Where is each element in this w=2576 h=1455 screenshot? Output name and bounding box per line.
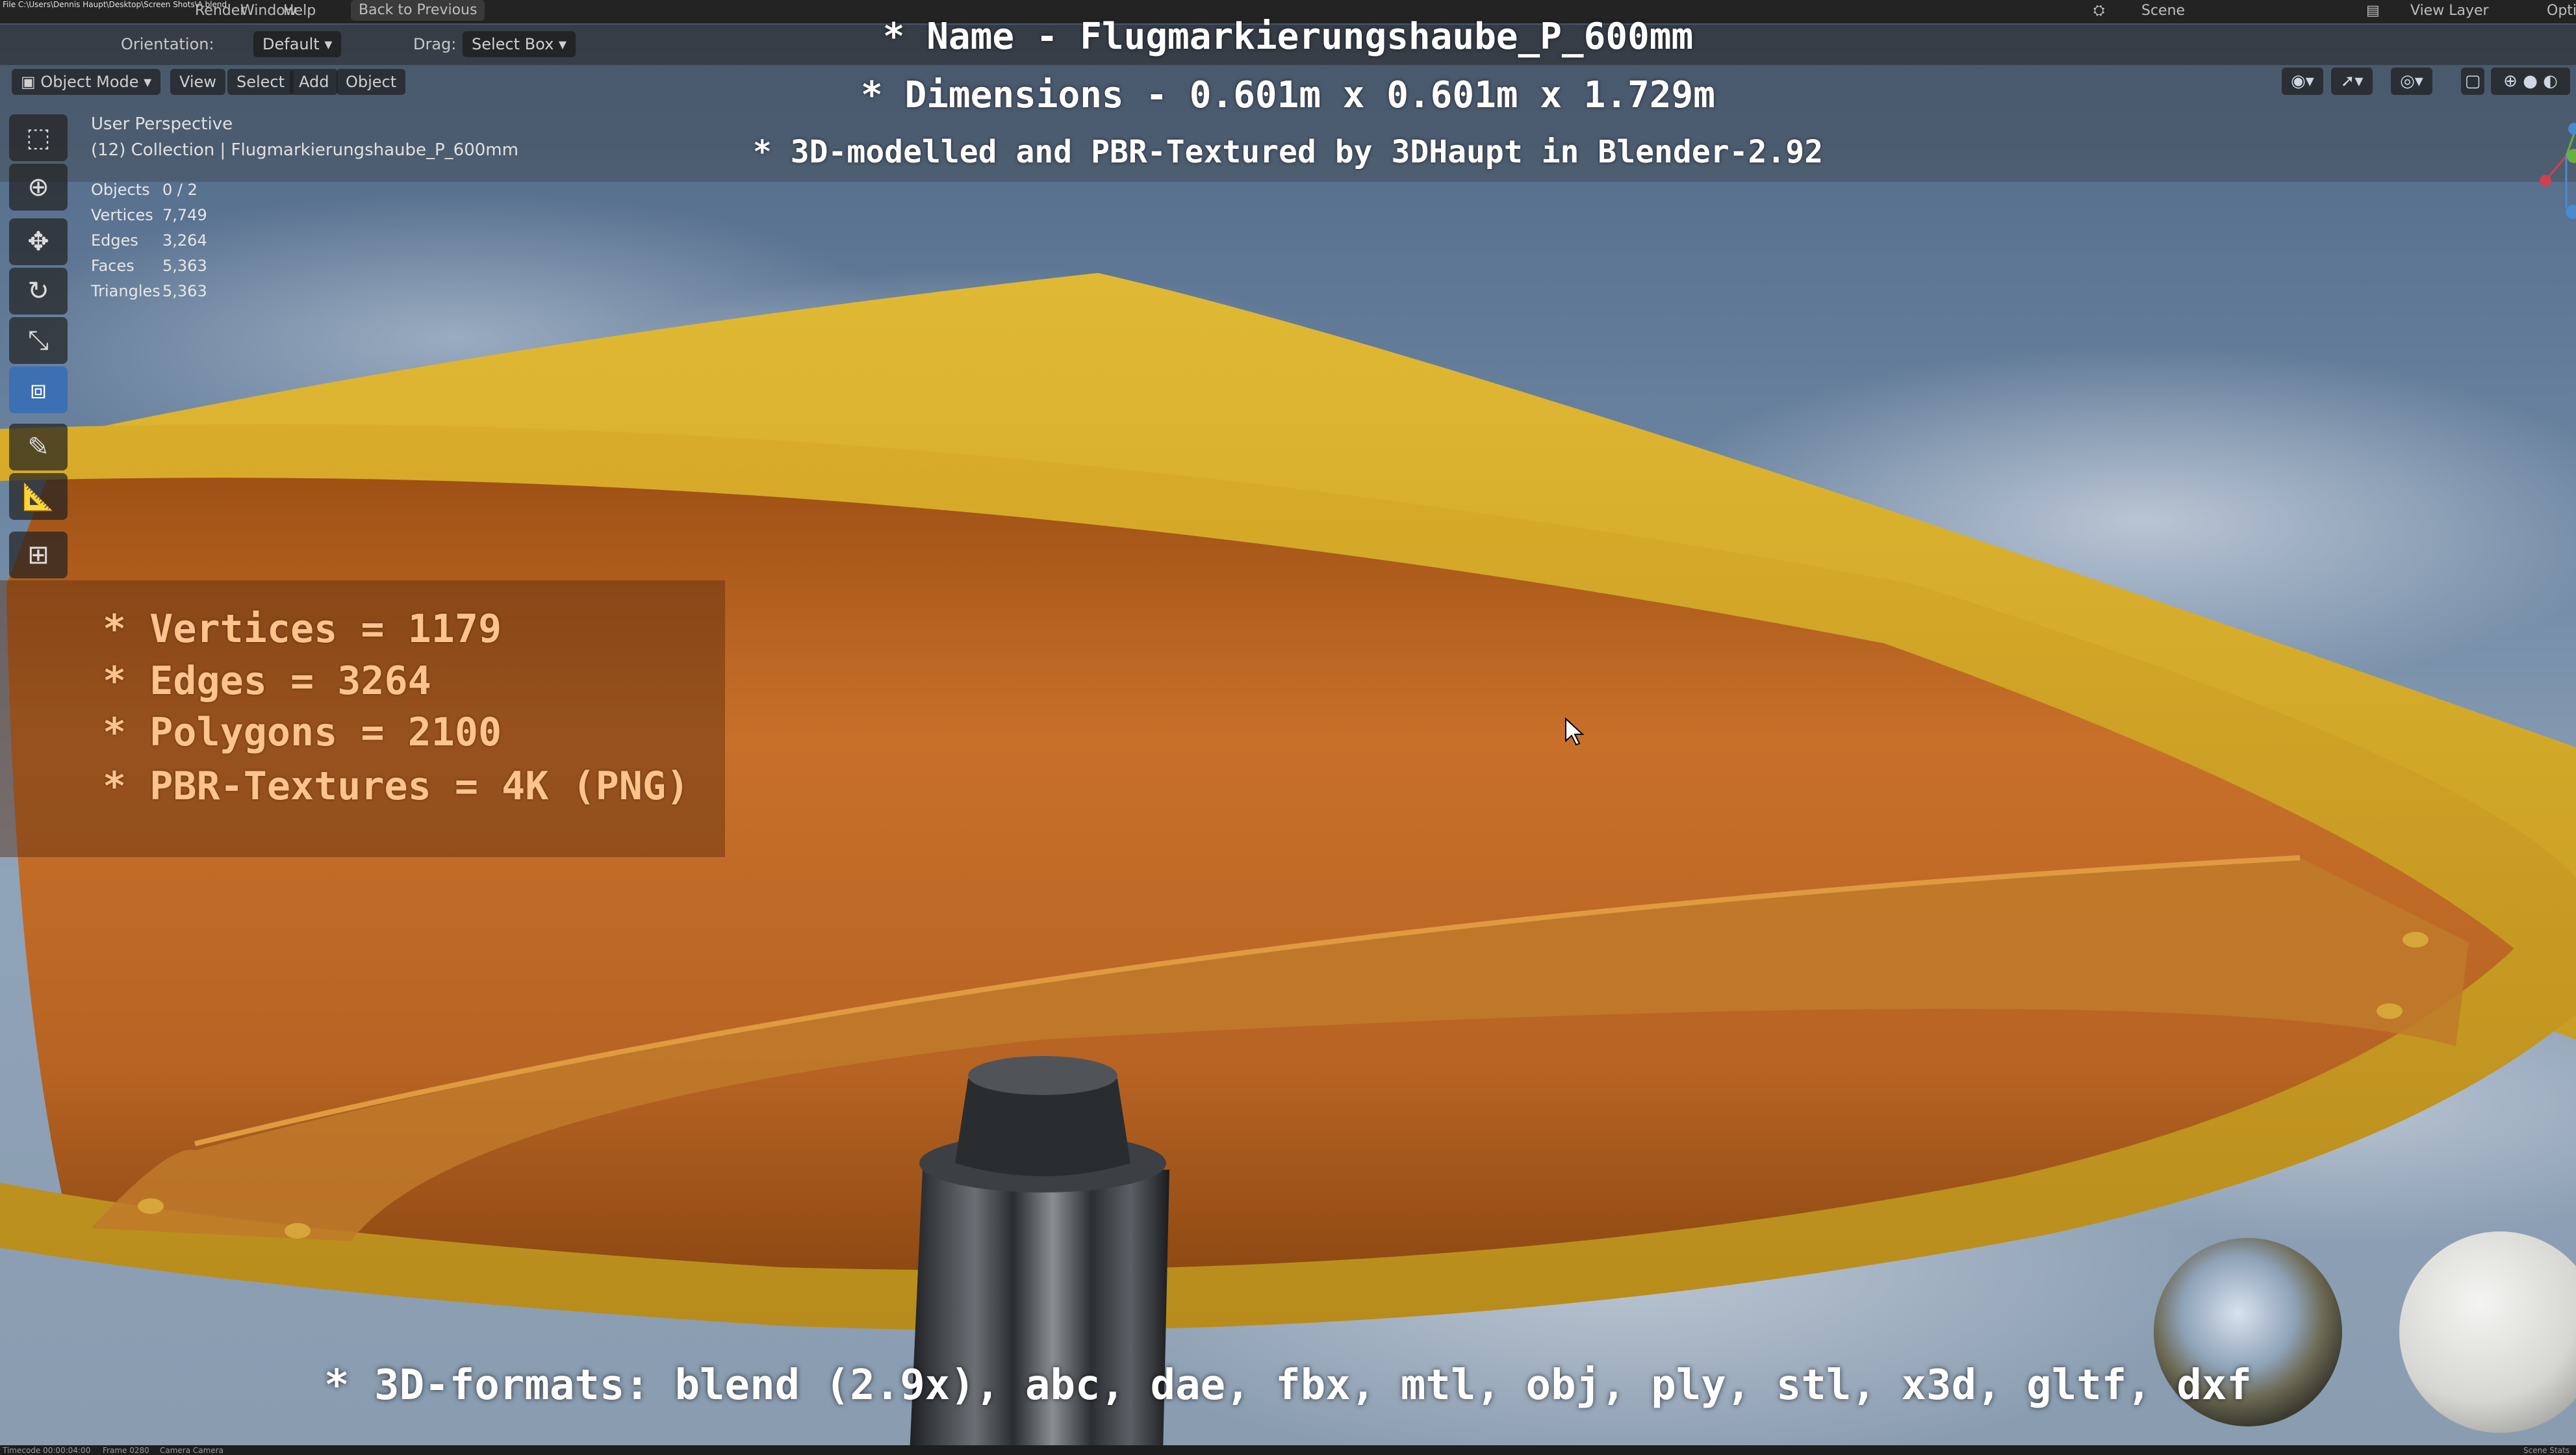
add-cube-icon[interactable]: ⊞: [9, 532, 68, 578]
scene-stats-text: Scene Stats: [2523, 1446, 2570, 1455]
info-edges: * Edges = 3264: [103, 658, 431, 704]
move-icon[interactable]: ✥: [9, 218, 68, 265]
file-info-text: File C:\Users\Dennis Haupt\Desktop\Scree…: [3, 0, 227, 9]
collection-label: (12) Collection | Flugmarkierungshaube_P…: [91, 140, 518, 160]
mouse-cursor-icon: [1565, 717, 1584, 746]
rotate-icon[interactable]: ↻: [9, 268, 68, 315]
scale-icon[interactable]: ⤡: [9, 317, 68, 364]
model-name-title: * Name - Flugmarkierungshaube_P_600mm: [882, 16, 1694, 58]
cursor-icon[interactable]: ⊕: [9, 164, 68, 211]
info-textures: * PBR-Textures = 4K (PNG): [103, 764, 690, 809]
transform-icon[interactable]: ⧈: [9, 367, 68, 413]
stat-label: Objects: [91, 181, 150, 199]
stat-label: Vertices: [91, 206, 153, 224]
stat-value: 3,264: [162, 231, 207, 250]
info-polygons: * Polygons = 2100: [103, 710, 502, 755]
3d-viewport[interactable]: File C:\Users\Dennis Haupt\Desktop\Scree…: [0, 0, 2576, 1455]
measure-icon[interactable]: 📐: [9, 473, 68, 520]
formats-line: * 3D-formats: blend (2.9x), abc, dae, fb…: [324, 1361, 2252, 1410]
stat-label: Triangles: [91, 282, 160, 300]
stat-label: Faces: [91, 257, 134, 275]
status-bar: Timecode 00:00:04:00 Frame 0280 Camera C…: [0, 1445, 2576, 1455]
select-box-icon[interactable]: ⬚: [9, 114, 68, 161]
timecode-text: Timecode 00:00:04:00: [3, 1446, 91, 1455]
camera-text: Camera Camera: [160, 1446, 223, 1455]
stat-value: 7,749: [162, 206, 207, 224]
annotate-icon[interactable]: ✎: [9, 424, 68, 470]
model-info-box: * Vertices = 1179 * Edges = 3264 * Polyg…: [0, 580, 725, 857]
stat-label: Edges: [91, 231, 138, 250]
stat-value: 5,363: [162, 257, 207, 275]
info-vertices: * Vertices = 1179: [103, 606, 502, 652]
perspective-label: User Perspective: [91, 114, 233, 134]
stat-value: 5,363: [162, 282, 207, 300]
stat-value: 0 / 2: [162, 181, 198, 199]
frame-text: Frame 0280: [103, 1446, 149, 1455]
model-dimensions: * Dimensions - 0.601m x 0.601m x 1.729m: [861, 74, 1715, 116]
